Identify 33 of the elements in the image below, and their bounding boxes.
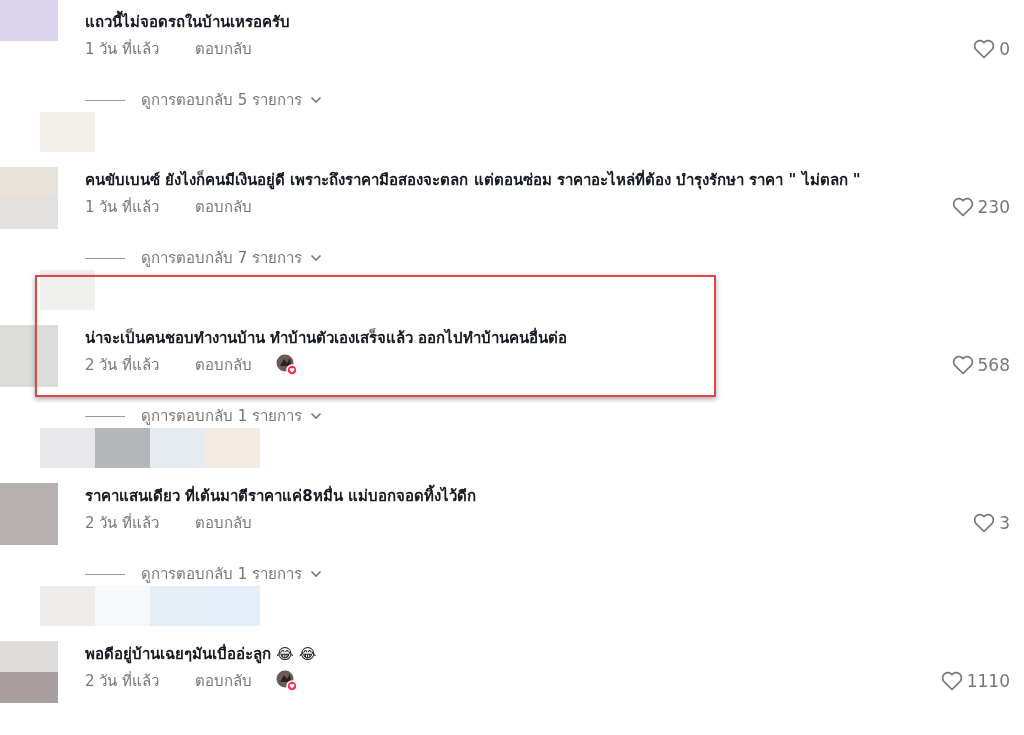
view-replies-button[interactable]: ดูการตอบกลับ 1 รายการ [141, 404, 323, 428]
comment-text: พอดีอยู่บ้านเฉยๆมันเบื่ออ่ะลูก 😂 😂 [85, 642, 318, 666]
heart-icon [973, 513, 996, 533]
comment-text: แถวนี้ไม่จอดรถในบ้านเหรอครับ [85, 9, 1010, 35]
heart-icon [973, 39, 996, 59]
view-replies-button[interactable]: ดูการตอบกลับ 1 รายการ [141, 562, 323, 586]
chevron-down-icon [310, 412, 323, 420]
heart-icon [951, 197, 974, 217]
reply-link[interactable]: ตอบกลับ [195, 195, 252, 219]
like-button[interactable]: 568 [951, 355, 1010, 375]
reply-link[interactable]: ตอบกลับ [195, 37, 252, 61]
reply-link[interactable]: ตอบกลับ [195, 511, 252, 535]
reply-link[interactable]: ตอบกลับ [195, 669, 252, 693]
heart-icon [940, 671, 963, 691]
like-button[interactable]: 3 [973, 513, 1010, 533]
view-replies-button[interactable]: ดูการตอบกลับ 7 รายการ [141, 246, 323, 270]
comment-text: ราคาแสนเดียว ที่เต้นมาตีราคาแค่8หมื่น แม่บอกจอดทิ้งไว้ดีก [85, 483, 1010, 509]
comment-time: 2 วัน ที่แล้ว [85, 670, 161, 692]
comment-time: 2 วัน ที่แล้ว [85, 354, 161, 376]
like-button[interactable]: 230 [951, 197, 1010, 217]
chevron-down-icon [310, 254, 323, 262]
like-button[interactable]: 1110 [940, 671, 1010, 691]
comment-text: คนขับเบนซ์ ยังไงก็คนมีเงินอยู่ดี เพราะถึงราคามือสองจะตลก แต่ตอนซ่อม ราคาอะไหล่ที่ต้อง บำรุงรักษา ราคา " ไม่ตลก " [85, 168, 862, 192]
comment-text: น่าจะเป็นคนชอบทำงานบ้าน ทำบ้านตัวเองเสร็จแล้ว ออกไปทำบ้านคนอื่นต่อ [85, 326, 569, 349]
comment-time: 1 วัน ที่แล้ว [85, 196, 161, 218]
reply-link[interactable]: ตอบกลับ [195, 353, 252, 377]
like-button[interactable]: 0 [973, 39, 1010, 59]
chevron-down-icon [310, 96, 323, 104]
chevron-down-icon [310, 570, 323, 578]
heart-icon [951, 355, 974, 375]
view-replies-button[interactable]: ดูการตอบกลับ 5 รายการ [141, 88, 323, 112]
comment-time: 1 วัน ที่แล้ว [85, 38, 161, 60]
comment-time: 2 วัน ที่แล้ว [85, 512, 161, 534]
